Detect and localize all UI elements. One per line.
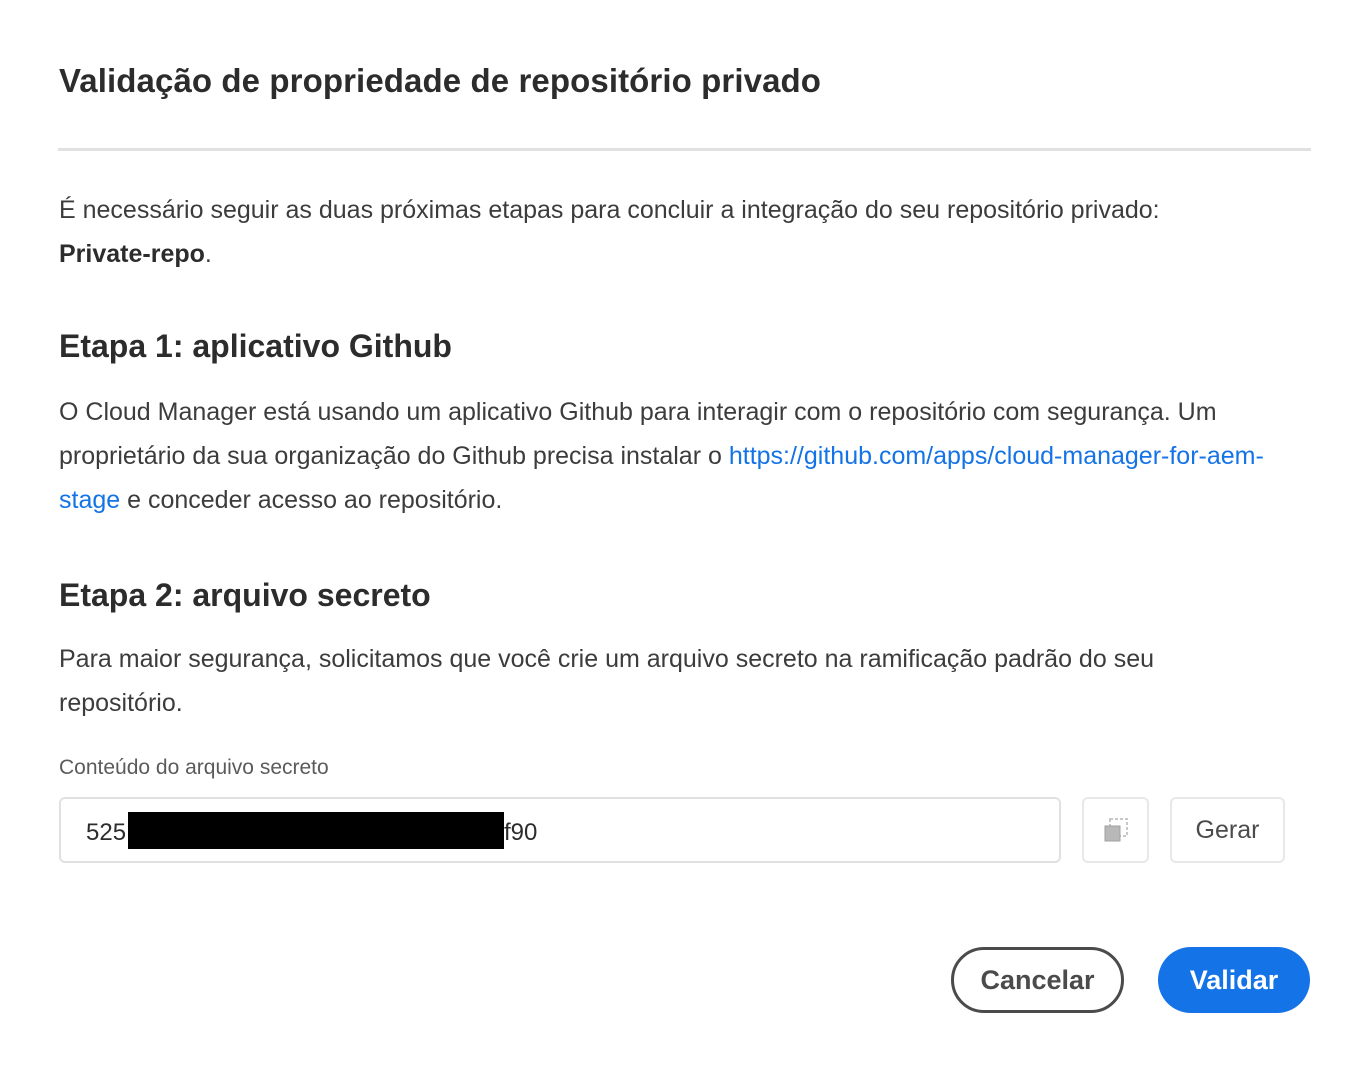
step1-heading: Etapa 1: aplicativo Github [59, 328, 452, 364]
secret-content-field[interactable]: 525 f90 [59, 797, 1061, 863]
copy-icon [1104, 818, 1128, 842]
dialog-title: Validação de propriedade de repositório … [59, 62, 822, 99]
generate-button[interactable]: Gerar [1170, 797, 1285, 863]
validate-button[interactable]: Validar [1158, 947, 1310, 1013]
step1-text: O Cloud Manager está usando um aplicativ… [59, 390, 1309, 522]
cancel-button[interactable]: Cancelar [951, 947, 1124, 1013]
step2-heading: Etapa 2: arquivo secreto [59, 577, 431, 613]
validation-dialog: Validação de propriedade de repositório … [0, 0, 1354, 1078]
secret-value-start: 525 [86, 819, 127, 846]
title-divider [58, 148, 1311, 151]
redaction-block [128, 812, 504, 849]
secret-field-label: Conteúdo do arquivo secreto [59, 756, 329, 779]
intro-text: É necessário seguir as duas próximas eta… [59, 188, 1299, 276]
intro-period: . [204, 240, 212, 268]
step2-text: Para maior segurança, solicitamos que vo… [59, 645, 1154, 717]
secret-value-end: f90 [504, 819, 538, 846]
intro-sentence: É necessário seguir as duas próximas eta… [59, 196, 1160, 224]
step1-text-after: e conceder acesso ao repositório. [120, 486, 503, 514]
repo-name: Private-repo [59, 240, 205, 268]
copy-button[interactable] [1082, 797, 1149, 863]
